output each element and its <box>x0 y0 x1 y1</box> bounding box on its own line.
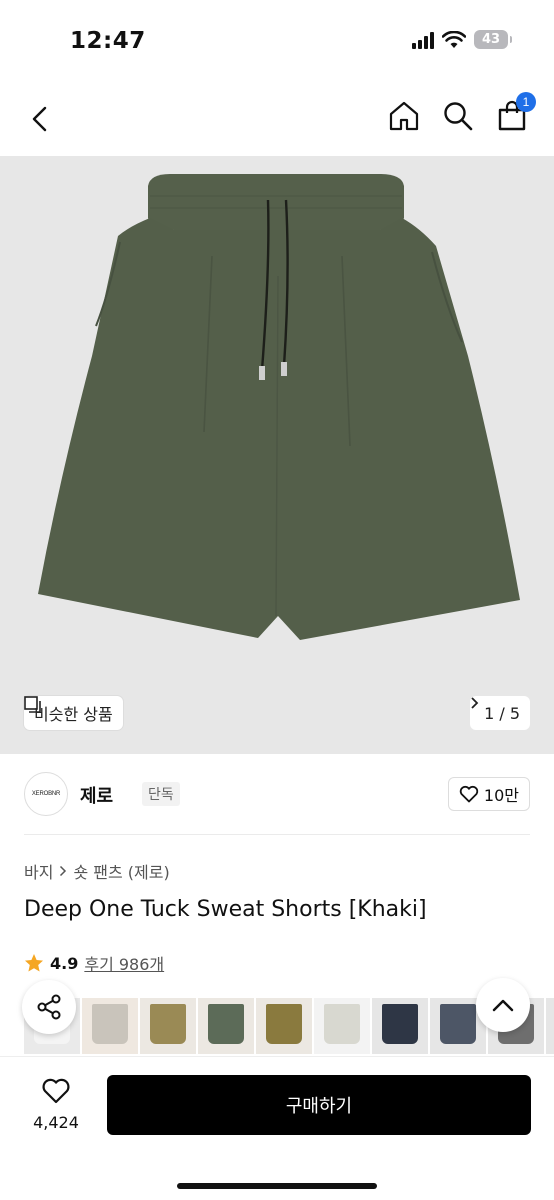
thumbnail-image <box>92 1004 128 1044</box>
brand-like-count: 10만 <box>483 786 519 805</box>
product-image[interactable]: 비슷한 상품 1 / 5 <box>0 156 554 754</box>
home-indicator <box>177 1183 377 1189</box>
thumbnail-image <box>440 1004 476 1044</box>
breadcrumb-subcategory[interactable]: 숏 팬츠 (제로) <box>73 859 169 883</box>
thumbnail-item[interactable] <box>314 998 370 1054</box>
back-icon[interactable] <box>26 104 56 134</box>
similar-label: 비슷한 상품 <box>34 705 113 724</box>
brand-name[interactable]: 제로 <box>80 782 113 808</box>
divider <box>24 834 530 835</box>
image-pager[interactable]: 1 / 5 <box>470 696 530 730</box>
star-icon <box>25 954 43 972</box>
share-icon <box>37 994 61 1020</box>
wish-button[interactable]: 4,424 <box>24 1077 88 1132</box>
rating-row: 4.9 후기 986개 <box>24 951 164 975</box>
brand-like-button[interactable]: 10만 <box>447 777 530 811</box>
breadcrumb-category[interactable]: 바지 <box>24 859 53 883</box>
review-link[interactable]: 후기 986개 <box>84 951 164 975</box>
heart-icon <box>459 785 479 803</box>
nav-bar: 1 <box>0 90 554 150</box>
status-time: 12:47 <box>70 28 146 54</box>
product-title: Deep One Tuck Sweat Shorts [Khaki] <box>24 897 427 922</box>
battery-icon: 43 <box>474 30 512 49</box>
similar-products-button[interactable]: 비슷한 상품 <box>24 696 123 730</box>
brand-row: XEROBNR 제로 단독 10만 <box>24 770 530 820</box>
cart-badge: 1 <box>516 92 536 112</box>
similar-icon <box>24 696 41 713</box>
thumbnail-image <box>208 1004 244 1044</box>
thumbnail-image <box>324 1004 360 1044</box>
thumbnail-item[interactable] <box>198 998 254 1054</box>
search-icon[interactable] <box>442 100 474 132</box>
chevron-right-icon <box>471 697 479 709</box>
shorts-illustration <box>38 174 520 640</box>
chevron-up-icon <box>492 999 514 1012</box>
thumbnail-strip <box>24 998 554 1054</box>
cart-button[interactable]: 1 <box>496 92 536 132</box>
home-icon[interactable] <box>388 100 420 132</box>
buy-button[interactable]: 구매하기 <box>107 1075 531 1135</box>
breadcrumb: 바지 숏 팬츠 (제로) <box>24 859 170 883</box>
thumbnail-item[interactable] <box>546 998 554 1054</box>
thumbnail-image <box>150 1004 186 1044</box>
rating-value: 4.9 <box>50 953 79 973</box>
nav-actions: 1 <box>388 92 536 132</box>
exclusive-badge: 단독 <box>142 782 180 806</box>
brand-logo[interactable]: XEROBNR <box>24 772 68 816</box>
pager-text: 1 / 5 <box>484 703 520 723</box>
thumbnail-item[interactable] <box>140 998 196 1054</box>
thumbnail-image <box>382 1004 418 1044</box>
wifi-icon <box>442 30 466 48</box>
heart-icon <box>42 1078 70 1104</box>
wish-count: 4,424 <box>33 1113 79 1132</box>
status-bar: 12:47 43 <box>0 0 554 80</box>
chevron-right-icon <box>60 865 67 877</box>
thumbnail-item[interactable] <box>82 998 138 1054</box>
status-icons: 43 <box>412 30 512 49</box>
thumbnail-image <box>266 1004 302 1044</box>
bottom-bar: 4,424 구매하기 <box>0 1056 554 1200</box>
scroll-top-button[interactable] <box>476 978 530 1032</box>
share-button[interactable] <box>22 980 76 1034</box>
thumbnail-item[interactable] <box>372 998 428 1054</box>
thumbnail-item[interactable] <box>256 998 312 1054</box>
signal-icon <box>412 31 434 49</box>
